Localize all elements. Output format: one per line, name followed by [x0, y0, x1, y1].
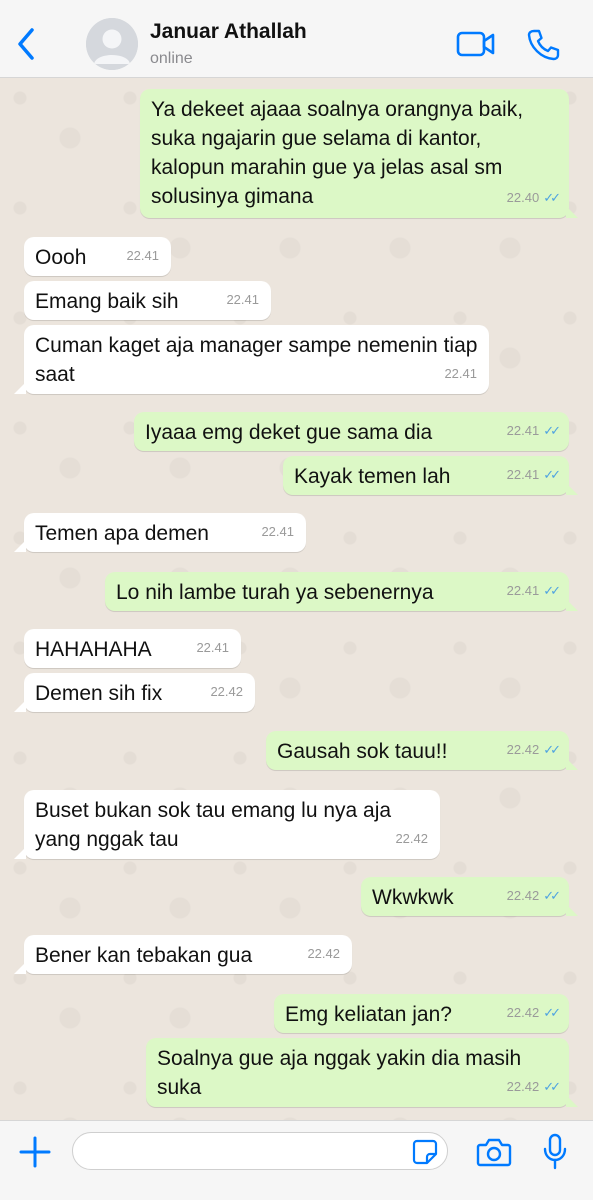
message-bubble[interactable]: Gausah sok tauu!! 22.42 ✓✓ [266, 731, 569, 770]
message-meta: 22.41 ✓✓ [506, 576, 561, 605]
sticker-icon [412, 1139, 438, 1165]
message-text: Ya dekeet ajaaa soalnya orangnya baik, s… [151, 98, 524, 208]
camera-button[interactable] [476, 1137, 512, 1167]
bubble-tail [14, 540, 26, 552]
message-time: 22.42 [506, 742, 540, 757]
message-text: Iyaaa emg deket gue sama dia [145, 421, 433, 444]
camera-icon [476, 1138, 512, 1167]
video-call-button[interactable] [456, 30, 496, 58]
message-time: 22.41 [506, 583, 540, 598]
message-meta: 22.42 ✓✓ [506, 735, 561, 764]
message-text: Soalnya gue aja nggak yakin dia masih su… [157, 1047, 522, 1099]
message-time: 22.41 [261, 524, 294, 539]
bubble-tail [566, 599, 578, 611]
message-bubble[interactable]: Cuman kaget aja manager sampe nemenin ti… [24, 325, 489, 394]
bubble-tail [566, 758, 578, 770]
double-check-icon: ✓✓ [543, 190, 561, 205]
double-check-icon: ✓✓ [543, 467, 561, 482]
double-check-icon: ✓✓ [543, 1079, 561, 1094]
double-check-icon: ✓✓ [543, 423, 561, 438]
message-bubble[interactable]: Temen apa demen 22.41 [24, 513, 306, 552]
bubble-tail [566, 483, 578, 495]
phone-icon [527, 29, 560, 61]
message-bubble[interactable]: Emg keliatan jan? 22.42 ✓✓ [274, 994, 569, 1033]
message-meta: 22.40 ✓✓ [506, 183, 561, 212]
message-time: 22.41 [506, 423, 540, 438]
message-time: 22.41 [506, 467, 540, 482]
message-bubble[interactable]: Iyaaa emg deket gue sama dia 22.41 ✓✓ [134, 412, 569, 451]
message-meta: 22.41 ✓✓ [506, 416, 561, 445]
message-bubble[interactable]: Soalnya gue aja nggak yakin dia masih su… [146, 1038, 569, 1107]
bubble-tail [566, 904, 578, 916]
message-time: 22.41 [226, 292, 259, 307]
message-meta: 22.41 [196, 633, 229, 662]
message-time: 22.42 [506, 1079, 540, 1094]
bubble-tail [14, 962, 26, 974]
chevron-left-icon [18, 28, 34, 60]
voice-call-button[interactable] [526, 28, 560, 62]
message-time: 22.40 [506, 190, 540, 205]
chat-header: Januar Athallah online [0, 0, 593, 78]
contact-name[interactable]: Januar Athallah [150, 20, 307, 44]
bubble-tail [14, 847, 26, 859]
bubble-tail [14, 382, 26, 394]
message-meta: 22.42 ✓✓ [506, 1072, 561, 1101]
video-camera-icon [456, 31, 495, 57]
message-bubble[interactable]: HAHAHAHA 22.41 [24, 629, 241, 668]
message-text: Buset bukan sok tau emang lu nya aja yan… [35, 799, 392, 851]
message-time: 22.42 [210, 684, 243, 699]
message-meta: 22.41 [261, 517, 294, 546]
bubble-tail [566, 206, 578, 218]
message-meta: 22.41 [226, 285, 259, 314]
message-meta: 22.41 [126, 241, 159, 270]
message-time: 22.42 [506, 1005, 540, 1020]
message-bubble[interactable]: Ya dekeet ajaaa soalnya orangnya baik, s… [140, 89, 569, 218]
message-bubble[interactable]: Buset bukan sok tau emang lu nya aja yan… [24, 790, 440, 859]
message-meta: 22.41 [444, 359, 477, 388]
message-text: Bener kan tebakan gua [35, 944, 253, 967]
message-meta: 22.41 ✓✓ [506, 460, 561, 489]
message-time: 22.42 [506, 888, 540, 903]
composer-bar [0, 1120, 593, 1200]
message-time: 22.41 [126, 248, 159, 263]
message-bubble[interactable]: Kayak temen lah 22.41 ✓✓ [283, 456, 569, 495]
message-input[interactable] [72, 1132, 448, 1170]
message-time: 22.41 [444, 366, 477, 381]
double-check-icon: ✓✓ [543, 888, 561, 903]
message-meta: 22.42 ✓✓ [506, 881, 561, 910]
message-meta: 22.42 [210, 677, 243, 706]
message-bubble[interactable]: Bener kan tebakan gua 22.42 [24, 935, 352, 974]
bubble-tail [14, 700, 26, 712]
message-bubble[interactable]: Oooh 22.41 [24, 237, 171, 276]
message-bubble[interactable]: Demen sih fix 22.42 [24, 673, 255, 712]
message-time: 22.42 [307, 946, 340, 961]
plus-icon [19, 1136, 51, 1168]
double-check-icon: ✓✓ [543, 583, 561, 598]
attach-button[interactable] [18, 1135, 52, 1169]
bubble-tail [566, 1095, 578, 1107]
back-button[interactable] [12, 26, 42, 62]
message-meta: 22.42 ✓✓ [506, 998, 561, 1027]
microphone-icon [543, 1133, 567, 1170]
default-avatar-icon [86, 18, 138, 70]
message-meta: 22.42 [307, 939, 340, 968]
avatar[interactable] [86, 18, 138, 70]
message-text: Lo nih lambe turah ya sebenernya [116, 581, 434, 604]
message-bubble[interactable]: Wkwkwk 22.42 ✓✓ [361, 877, 569, 916]
message-list[interactable]: Ya dekeet ajaaa soalnya orangnya baik, s… [0, 78, 593, 1120]
message-meta: 22.42 [395, 824, 428, 853]
message-bubble[interactable]: Emang baik sih 22.41 [24, 281, 271, 320]
sticker-button[interactable] [412, 1139, 438, 1165]
voice-note-button[interactable] [542, 1133, 568, 1171]
message-time: 22.42 [395, 831, 428, 846]
double-check-icon: ✓✓ [543, 742, 561, 757]
double-check-icon: ✓✓ [543, 1005, 561, 1020]
message-text: Temen apa demen [35, 522, 209, 545]
message-bubble[interactable]: Lo nih lambe turah ya sebenernya 22.41 ✓✓ [105, 572, 569, 611]
message-text: Cuman kaget aja manager sampe nemenin ti… [35, 334, 478, 386]
message-time: 22.41 [196, 640, 229, 655]
contact-status: online [150, 50, 193, 67]
